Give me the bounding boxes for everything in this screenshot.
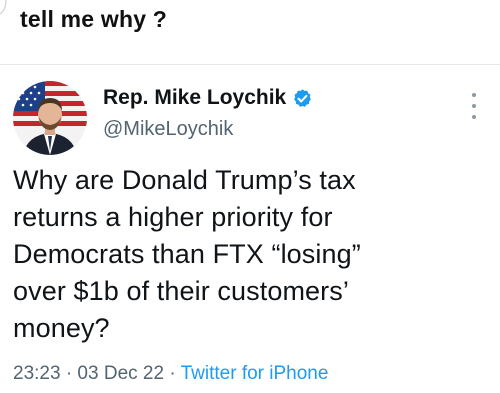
screenshot: tell me why ? Rep. Mike Loychik @MikeLoy…	[0, 0, 500, 393]
tweet-text: Why are Donald Trump’s tax returns a hig…	[13, 162, 483, 347]
tweet-timestamp[interactable]: 23:23 · 03 Dec 22 ·	[13, 363, 176, 384]
author-display-name[interactable]: Rep. Mike Loychik	[103, 86, 286, 110]
divider	[0, 64, 500, 65]
profile-avatar[interactable]	[13, 81, 87, 155]
tweet-meta: 23:23 · 03 Dec 22 · Twitter for iPhone	[13, 363, 328, 385]
tweet-text-line: Why are Donald Trump’s tax	[13, 165, 356, 195]
tweet-text-line: money?	[13, 313, 110, 343]
author-handle[interactable]: @MikeLoychik	[103, 118, 233, 141]
more-options-icon[interactable]	[468, 93, 480, 119]
post-caption: tell me why ?	[20, 6, 168, 32]
verified-badge-icon	[292, 88, 313, 109]
author-name-row[interactable]: Rep. Mike Loychik	[103, 86, 313, 110]
tweet-text-line: over $1b of their customers’	[13, 276, 349, 306]
tweet-source-link[interactable]: Twitter for iPhone	[181, 363, 329, 384]
corner-curve-mark	[0, 0, 7, 15]
tweet-text-line: Democrats than FTX “losing”	[13, 239, 361, 269]
tweet-text-line: returns a higher priority for	[13, 202, 333, 232]
